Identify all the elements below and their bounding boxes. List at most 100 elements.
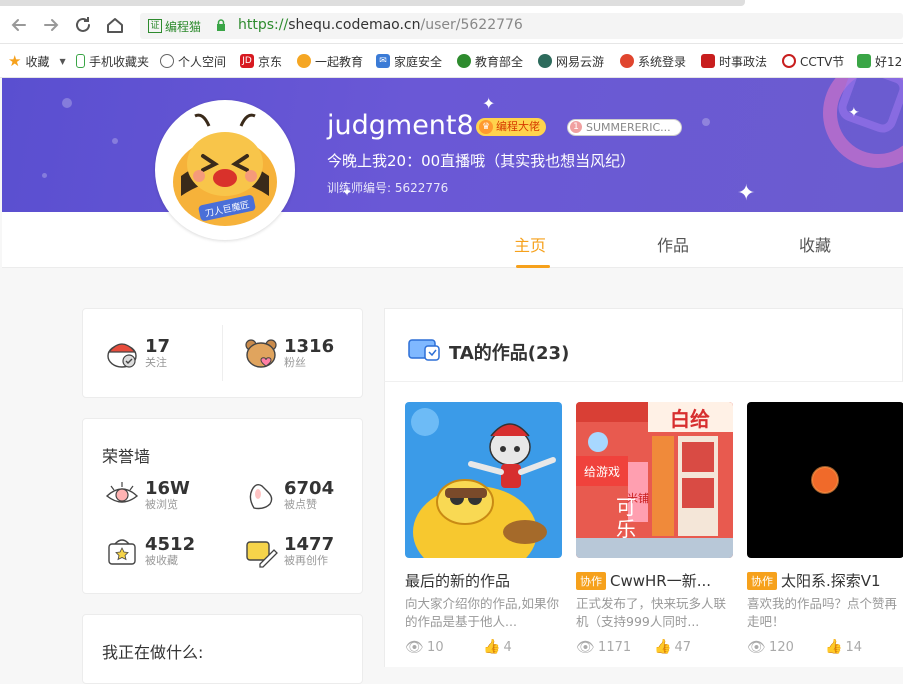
thumb-text-top: 白给 xyxy=(670,407,710,431)
works-header: TA的作品(23) xyxy=(384,308,903,382)
cert-label: 编程猫 xyxy=(165,19,202,34)
cloud-game-icon xyxy=(538,54,552,68)
work-thumbnail[interactable] xyxy=(747,402,903,558)
forward-button[interactable] xyxy=(40,14,62,36)
news-icon xyxy=(701,54,715,68)
bookmark-item[interactable]: 手机收藏夹 xyxy=(76,52,149,70)
thumb-text-mid: 可 xyxy=(616,495,636,519)
bookmark-item[interactable]: 个人空间 xyxy=(160,52,226,70)
work-card[interactable]: 白给 给游戏 米铺 可 乐 协作 CwwHR一新... 正式发布了，快来玩多人联机… xyxy=(576,402,733,656)
works-icon xyxy=(408,339,440,361)
avatar[interactable]: 刀人巨魔匠 xyxy=(155,100,295,240)
thumb-text-game: 给游戏 xyxy=(584,465,620,479)
crown-icon: ♛ xyxy=(479,120,493,134)
work-description: 喜欢我的作品吗？点个赞再走吧！ xyxy=(747,596,898,629)
url-scheme: https:// xyxy=(238,17,289,33)
work-description: 正式发布了，快来玩多人联机（支持999人同时... xyxy=(576,596,727,629)
home-icon xyxy=(107,18,123,33)
view-count-value: 1171 xyxy=(598,639,632,655)
work-thumbnail[interactable]: 白给 给游戏 米铺 可 乐 xyxy=(576,402,733,558)
home-button[interactable] xyxy=(104,14,126,36)
follow-card: 17 关注 1316 粉丝 xyxy=(82,308,363,398)
view-count-value: 10 xyxy=(427,639,444,655)
reload-icon xyxy=(76,17,90,32)
bookmark-item[interactable]: JD 京东 xyxy=(240,52,282,70)
work-title[interactable]: 协作 太阳系.探索V1 xyxy=(747,570,903,591)
bookmark-item[interactable]: ★ 收藏 ▼ xyxy=(8,52,66,70)
banner-dot xyxy=(42,173,47,178)
work-thumbnail-image xyxy=(747,402,903,558)
banner-dot xyxy=(702,118,710,126)
level-badge[interactable]: 1 SUMMERERIC... xyxy=(567,119,682,136)
bookmark-label: 一起教育 xyxy=(315,54,364,69)
like-count: 👍 47 xyxy=(654,639,732,655)
arrow-right-icon xyxy=(44,19,59,31)
bookmark-label: 教育部全 xyxy=(475,54,524,69)
phone-icon xyxy=(76,54,85,68)
work-description: 向大家介绍你的作品,如果你的作品是基于他人... xyxy=(405,596,559,629)
chevron-down-icon: ▼ xyxy=(59,56,66,66)
work-meta: 👁 1171 👍 47 xyxy=(576,638,733,656)
sparkle-icon: ✦ xyxy=(482,94,496,113)
reload-button[interactable] xyxy=(72,14,94,36)
work-title-text: 最后的新的作品 xyxy=(405,572,511,590)
cctv-icon xyxy=(782,54,796,68)
bookmark-item[interactable]: 系统登录 xyxy=(620,52,686,70)
bookmark-label: 京东 xyxy=(258,54,283,69)
views-count: 16W xyxy=(145,477,190,499)
bookmark-item[interactable]: 好12 xyxy=(857,52,902,70)
fans-label: 粉丝 xyxy=(284,355,306,369)
like-count-value: 4 xyxy=(503,639,512,655)
hao123-icon xyxy=(857,54,871,68)
work-title[interactable]: 最后的新的作品 xyxy=(405,570,562,591)
bookmark-item[interactable]: 教育部全 xyxy=(457,52,523,70)
bookmark-item[interactable]: ✉ 家庭安全 xyxy=(376,52,442,70)
bookmark-item[interactable]: 网易云游 xyxy=(538,52,604,70)
title-badge-label: 编程大佬 xyxy=(496,120,540,133)
fans-stat[interactable]: 1316 粉丝 xyxy=(244,336,334,370)
tab-home[interactable]: 主页 xyxy=(514,232,546,256)
tab-works[interactable]: 作品 xyxy=(657,232,689,256)
eye-icon: 👁 xyxy=(405,638,425,656)
likes-stat: 6704 被点赞 xyxy=(244,478,334,512)
url-path: /user/5622776 xyxy=(420,17,523,33)
recreate-stat: 1477 被再创作 xyxy=(244,534,334,568)
view-count: 👁 1171 xyxy=(576,638,654,656)
fans-count: 1316 xyxy=(284,335,335,357)
profile-banner: ✦ ✦ ✦ ✦ xyxy=(2,78,903,212)
edu-icon xyxy=(297,54,311,68)
tab-collections[interactable]: 收藏 xyxy=(799,232,831,256)
bookmark-item[interactable]: 一起教育 xyxy=(297,52,363,70)
mail-icon: ✉ xyxy=(376,54,390,68)
doing-title: 我正在做什么: xyxy=(102,643,204,662)
works-title: TA的作品(23) xyxy=(449,343,570,364)
title-badge[interactable]: ♛ 编程大佬 xyxy=(476,118,546,136)
bookmark-item[interactable]: CCTV节 xyxy=(782,52,844,70)
arrow-left-icon xyxy=(11,19,26,31)
following-stat[interactable]: 17 关注 xyxy=(105,336,170,370)
work-thumbnail[interactable] xyxy=(405,402,562,558)
login-icon xyxy=(620,54,634,68)
back-button[interactable] xyxy=(8,14,30,36)
like-count-value: 14 xyxy=(845,639,862,655)
work-title[interactable]: 协作 CwwHR一新... xyxy=(576,570,733,591)
bookmark-item[interactable]: 时事政法 xyxy=(701,52,767,70)
honor-wall-card: 荣誉墙 16W 被浏览 6704 被点赞 4512 被收藏 1477 被再创作 xyxy=(82,418,363,594)
work-card[interactable]: 协作 太阳系.探索V1 喜欢我的作品吗？点个赞再走吧！ 👁 120 👍 14 xyxy=(747,402,903,656)
recreate-icon xyxy=(246,541,278,568)
work-card[interactable]: 最后的新的作品 向大家介绍你的作品,如果你的作品是基于他人... 👁 10 👍 4 xyxy=(405,402,562,656)
site-cert[interactable]: 证 编程猫 xyxy=(148,17,201,35)
address-bar[interactable]: 证 编程猫 https://shequ.codemao.cn/user/5622… xyxy=(140,13,903,39)
emblem-icon xyxy=(457,54,471,68)
fans-icon xyxy=(245,339,277,368)
bookmark-label: 网易云游 xyxy=(556,54,605,69)
work-meta: 👁 120 👍 14 xyxy=(747,638,903,656)
work-thumbnail-image: 白给 给游戏 米铺 可 乐 xyxy=(576,402,733,558)
trainer-id: 训练师编号: 5622776 xyxy=(327,181,449,195)
tab-strip xyxy=(0,0,745,6)
following-icon xyxy=(107,343,137,368)
level-badge-label: SUMMERERIC... xyxy=(586,121,671,134)
bookmark-label: 好12 xyxy=(875,54,903,69)
collab-tag: 协作 xyxy=(747,571,777,590)
thumbs-up-icon: 👍 xyxy=(654,639,672,655)
